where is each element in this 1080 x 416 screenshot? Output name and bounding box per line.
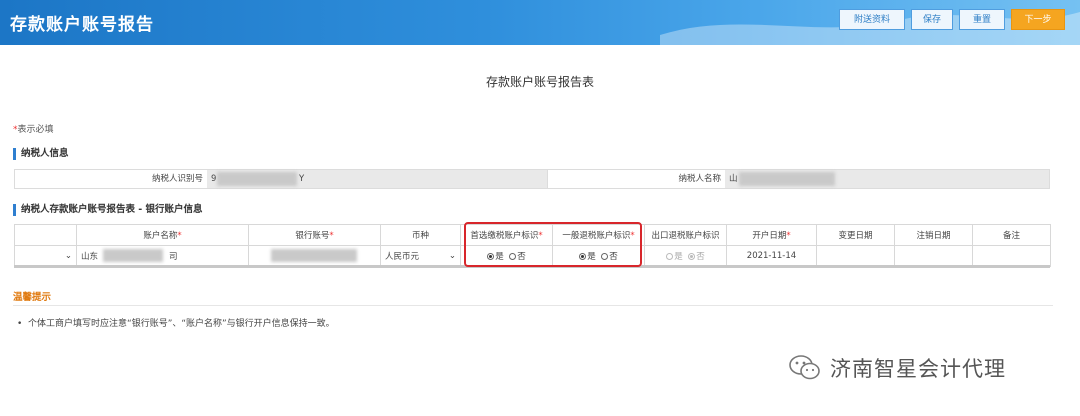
first-tax-account-radios: 是 否 [460,245,553,267]
col-open-date-label: 开户日期 [752,231,787,241]
account-name-prefix: 山东 [81,252,99,262]
export-refund-no-radio [688,253,696,260]
top-bar: 存款账户账号报告 附送资料 保存 重置 下一步 [0,0,1080,45]
col-open-date: 开户日期* [726,224,817,246]
col-account-name: 账户名称* [76,224,249,246]
col-export-refund-account: 出口退税账户标识 [644,224,727,246]
col-currency: 币种 [380,224,461,246]
taxpayer-id-suffix: Y [299,174,305,184]
taxpayer-id-field: 9 Y [207,170,547,188]
divider [13,305,1053,306]
radio-label: 否 [609,252,618,262]
save-button[interactable]: 保存 [911,9,953,30]
col-change-date: 变更日期 [816,224,895,246]
general-refund-account-radios: 是 否 [552,245,645,267]
col-account-name-label: 账户名称 [143,231,178,241]
first-tax-yes-radio[interactable] [487,253,495,260]
row-select-dropdown[interactable]: ⌄ [14,245,77,267]
currency-value: 人民币元 [385,252,420,262]
table-scrollbar[interactable] [14,265,1050,268]
chevron-down-icon: ⌄ [64,251,72,261]
required-star: * [786,231,791,241]
taxpayer-name-field: 山 [725,170,1049,188]
required-star: * [329,231,334,241]
change-date-cell[interactable] [816,245,895,267]
required-star: * [538,231,543,241]
general-refund-no-radio[interactable] [601,253,609,260]
redacted-mask [271,249,357,262]
table-row: ⌄ 山东 司 人民币元 ⌄ 是 否 是 否 是 否 2021-11-14 [14,245,1051,267]
next-step-button[interactable]: 下一步 [1011,9,1065,30]
tip-text: 个体工商户填写时应注意“银行账号”、“账户名称”与银行开户信息保持一致。 [28,319,335,329]
tip-item: • 个体工商户填写时应注意“银行账号”、“账户名称”与银行开户信息保持一致。 [17,319,335,329]
required-note: *表示必填 [13,122,54,135]
page-title: 存款账户账号报告 [10,15,154,35]
col-bank-account: 银行账号* [248,224,381,246]
first-tax-no-radio[interactable] [509,253,517,260]
account-name-suffix: 司 [169,252,178,262]
required-star: * [630,231,635,241]
redacted-mask [103,249,163,262]
form-title: 存款账户账号报告表 [485,75,594,89]
bank-section-title: 纳税人存款账户账号报告表 - 银行账户信息 [13,204,203,216]
attach-materials-button[interactable]: 附送资料 [839,9,905,30]
radio-label: 是 [495,252,504,262]
tips-title: 温馨提示 [13,292,52,303]
radio-label: 否 [696,252,705,262]
export-refund-yes-radio [666,253,674,260]
radio-label: 否 [517,252,526,262]
taxpayer-info-row: 纳税人识别号 9 Y 纳税人名称 山 [14,169,1050,189]
reset-button[interactable]: 重置 [959,9,1005,30]
watermark: 济南智星会计代理 [788,353,1006,383]
taxpayer-section-title: 纳税人信息 [13,148,69,160]
watermark-text: 济南智星会计代理 [830,357,1006,381]
radio-label: 是 [587,252,596,262]
table-header-cell [14,224,77,246]
bank-account-table: 账户名称* 银行账号* 币种 首选缴税账户标识* 一般退税账户标识* 出口退税账… [14,224,1051,267]
col-remarks: 备注 [972,224,1051,246]
bank-account-cell[interactable] [248,245,381,267]
table-header-row: 账户名称* 银行账号* 币种 首选缴税账户标识* 一般退税账户标识* 出口退税账… [14,224,1051,246]
redacted-mask [217,172,297,186]
col-general-refund-account-label: 一般退税账户标识 [562,231,631,241]
taxpayer-name-prefix: 山 [729,174,738,184]
required-star: * [177,231,182,241]
col-first-tax-account-label: 首选缴税账户标识 [470,231,539,241]
open-date-cell[interactable]: 2021-11-14 [726,245,817,267]
required-note-text: 表示必填 [17,125,54,135]
redacted-mask [739,172,835,186]
cancel-date-cell[interactable] [894,245,973,267]
wechat-icon [789,355,820,380]
account-name-cell[interactable]: 山东 司 [76,245,249,267]
col-bank-account-label: 银行账号 [295,231,330,241]
col-cancel-date: 注销日期 [894,224,973,246]
remarks-cell[interactable] [972,245,1051,267]
taxpayer-id-prefix: 9 [211,174,217,184]
col-first-tax-account: 首选缴税账户标识* [460,224,553,246]
general-refund-yes-radio[interactable] [579,253,587,260]
export-refund-account-radios: 是 否 [644,245,727,267]
taxpayer-name-label: 纳税人名称 [547,170,725,188]
currency-select[interactable]: 人民币元 ⌄ [380,245,461,267]
chevron-down-icon: ⌄ [448,251,456,261]
taxpayer-id-label: 纳税人识别号 [15,170,207,188]
col-general-refund-account: 一般退税账户标识* [552,224,645,246]
radio-label: 是 [674,252,683,262]
